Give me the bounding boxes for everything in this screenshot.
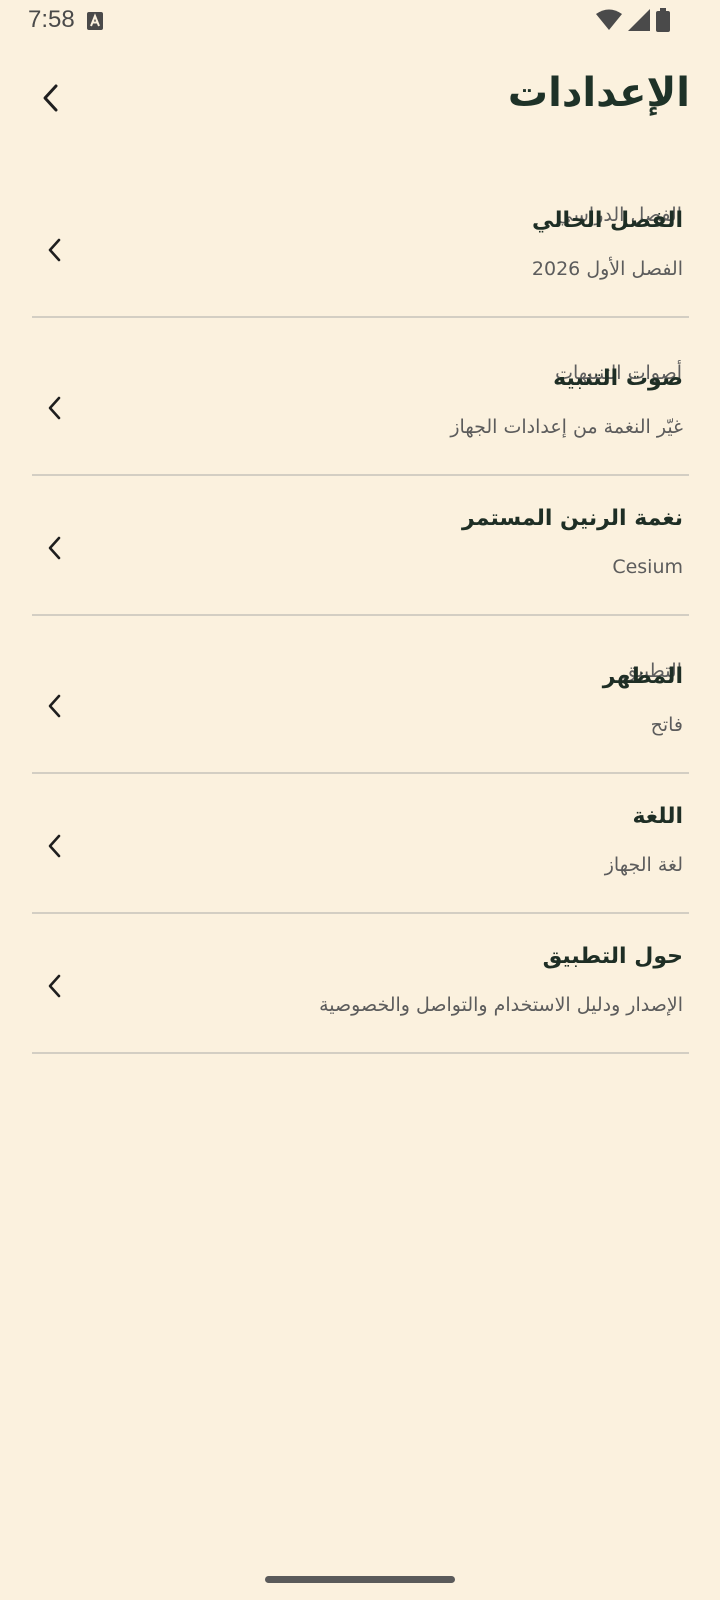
settings-list: الفصل الدراسي الفصل الحالي الفصل الأول 2… xyxy=(0,160,720,1054)
chevron-left-icon xyxy=(48,694,61,718)
chevron-left-icon xyxy=(48,238,61,262)
text-a-icon xyxy=(87,12,103,34)
status-bar: 7:58 xyxy=(0,0,720,44)
setting-title: صوت التنبيه xyxy=(553,366,683,391)
setting-subtitle: فاتح xyxy=(650,714,683,736)
back-button[interactable] xyxy=(30,78,70,118)
setting-title: حول التطبيق xyxy=(542,944,683,969)
setting-current-term[interactable]: الفصل الحالي الفصل الأول 2026 xyxy=(32,160,689,318)
chevron-left-icon xyxy=(48,974,61,998)
signal-icon xyxy=(628,9,650,35)
chevron-left-icon xyxy=(48,536,61,560)
setting-subtitle: لغة الجهاز xyxy=(604,854,683,876)
chevron-left-icon xyxy=(48,396,61,420)
wifi-icon xyxy=(596,9,622,35)
setting-subtitle: Cesium xyxy=(612,556,683,578)
setting-title: المظهر xyxy=(602,664,683,689)
setting-title: نغمة الرنين المستمر xyxy=(462,506,683,531)
app-bar: الإعدادات xyxy=(0,60,720,140)
setting-subtitle: الفصل الأول 2026 xyxy=(531,258,683,280)
setting-subtitle: الإصدار ودليل الاستخدام والتواصل والخصوص… xyxy=(319,994,683,1016)
setting-continuous-ringtone[interactable]: نغمة الرنين المستمر Cesium xyxy=(32,476,689,616)
status-icons xyxy=(596,8,670,36)
chevron-left-icon xyxy=(43,84,58,112)
setting-subtitle: غيّر النغمة من إعدادات الجهاز xyxy=(450,416,683,438)
status-time: 7:58 xyxy=(28,6,75,33)
setting-title: اللغة xyxy=(632,804,683,829)
setting-about-app[interactable]: حول التطبيق الإصدار ودليل الاستخدام والت… xyxy=(32,914,689,1054)
page-title: الإعدادات xyxy=(507,70,690,116)
setting-appearance[interactable]: المظهر فاتح xyxy=(32,616,689,774)
setting-language[interactable]: اللغة لغة الجهاز xyxy=(32,774,689,914)
gesture-nav-handle[interactable] xyxy=(265,1576,455,1583)
setting-alert-sound[interactable]: صوت التنبيه غيّر النغمة من إعدادات الجها… xyxy=(32,318,689,476)
setting-title: الفصل الحالي xyxy=(531,208,683,233)
battery-icon xyxy=(656,8,670,36)
chevron-left-icon xyxy=(48,834,61,858)
